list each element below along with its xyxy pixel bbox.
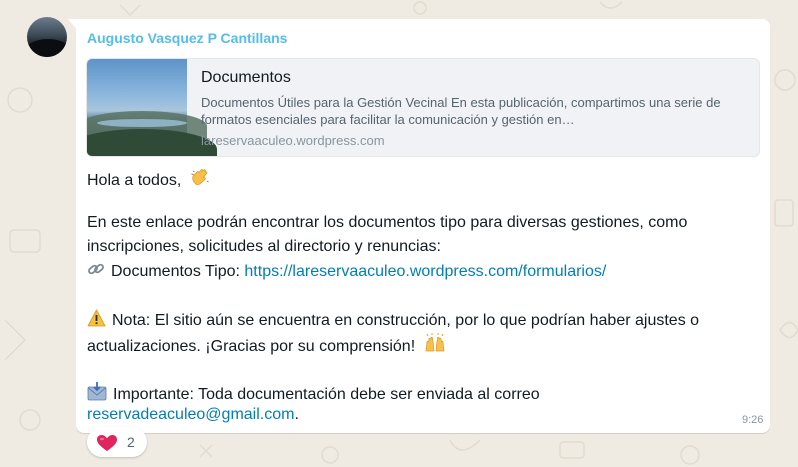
- link-preview-thumbnail: [87, 59, 217, 156]
- avatar-silhouette: [27, 39, 67, 57]
- important-text: Importante: Toda documentación debe ser …: [113, 386, 540, 403]
- waving-hand-icon: [191, 169, 209, 185]
- documents-line: Documentos Tipo: https://lareservaaculeo…: [87, 260, 606, 283]
- email-line: reservadeaculeo@gmail.com.: [87, 404, 299, 426]
- email-link[interactable]: reservadeaculeo@gmail.com: [87, 406, 294, 423]
- reaction-badge[interactable]: 2: [87, 427, 147, 457]
- envelope-icon: [87, 382, 107, 401]
- greeting-text: Hola a todos,: [87, 172, 182, 189]
- raised-hands-icon: [425, 333, 445, 352]
- thumbnail-lake: [97, 119, 187, 127]
- sender-name[interactable]: Augusto Vasquez P Cantillans: [87, 30, 287, 46]
- email-suffix: .: [294, 406, 299, 423]
- reaction-count: 2: [127, 434, 135, 450]
- note-line-1: Nota: El sitio aún se encuentra en const…: [87, 309, 699, 332]
- link-preview-description: Documentos Útiles para la Gestión Vecina…: [201, 95, 721, 127]
- note-text-1: Nota: El sitio aún se encuentra en const…: [112, 312, 700, 329]
- important-line: Importante: Toda documentación debe ser …: [87, 381, 540, 406]
- link-icon: [88, 263, 104, 275]
- greeting-line: Hola a todos,: [87, 167, 210, 192]
- link-preview-card[interactable]: Documentos Documentos Útiles para la Ges…: [86, 58, 760, 157]
- body-line-1: En este enlace podrán encontrar los docu…: [87, 214, 688, 231]
- heart-icon: [97, 435, 117, 451]
- link-preview-domain: lareservaaculeo.wordpress.com: [201, 133, 385, 148]
- link-preview-title: Documentos: [201, 69, 291, 86]
- sender-avatar[interactable]: [27, 17, 67, 57]
- note-text-2: actualizaciones. ¡Gracias por su compren…: [87, 338, 416, 355]
- documents-label: Documentos Tipo:: [111, 263, 245, 280]
- documents-url-link[interactable]: https://lareservaaculeo.wordpress.com/fo…: [244, 263, 606, 280]
- body-line-2: inscripciones, solicitudes al directorio…: [87, 238, 441, 255]
- warning-icon: [87, 309, 106, 327]
- message-timestamp: 9:26: [742, 414, 764, 426]
- note-line-2: actualizaciones. ¡Gracias por su compren…: [87, 333, 446, 358]
